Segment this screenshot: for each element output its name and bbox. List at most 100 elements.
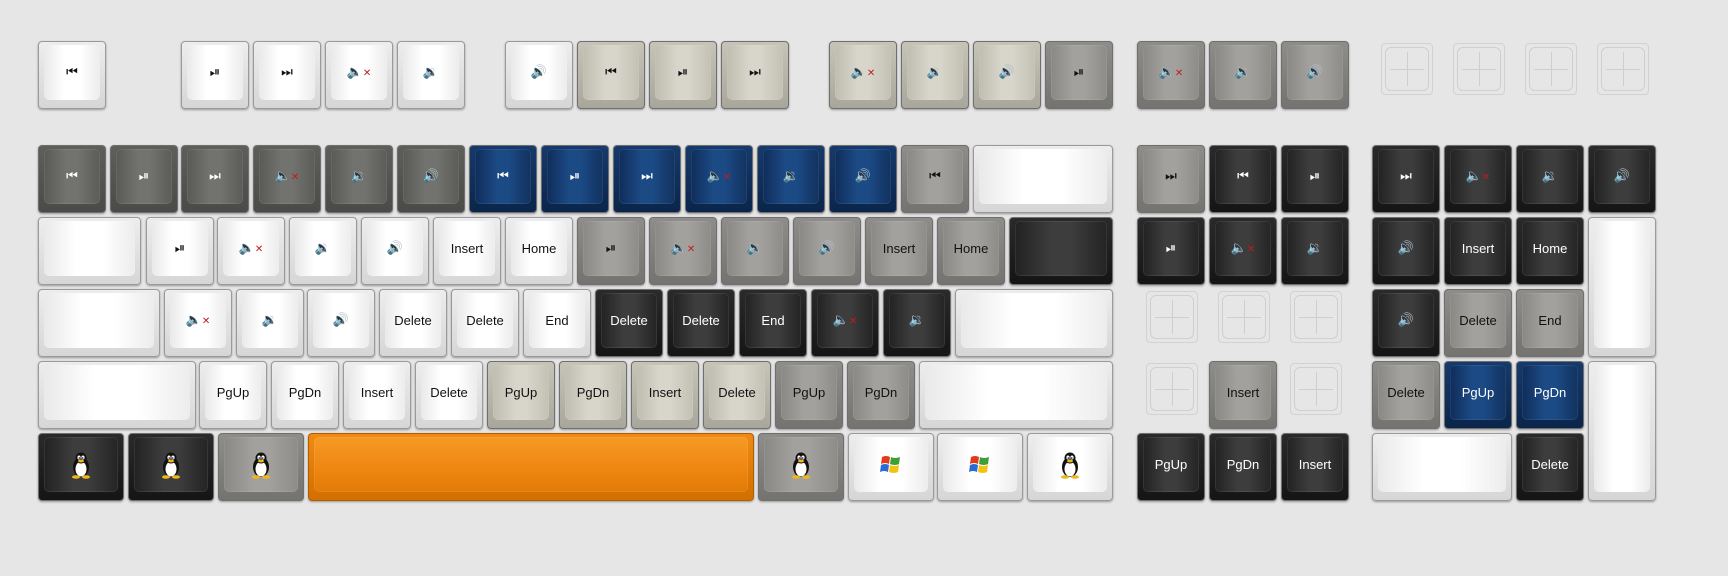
key-volume-up[interactable]: 🔊 (1372, 289, 1440, 357)
key-delete[interactable]: Delete (451, 289, 519, 357)
key-volume-down[interactable]: 🔉 (325, 145, 393, 213)
key-mute[interactable]: 🔈✕ (217, 217, 285, 285)
key-delete[interactable]: Delete (415, 361, 483, 429)
key-pgup[interactable]: PgUp (487, 361, 555, 429)
key-volume-up[interactable]: 🔊 (505, 41, 573, 109)
key-tux[interactable] (218, 433, 304, 501)
key-delete[interactable]: Delete (703, 361, 771, 429)
key-volume-up[interactable]: 🔊 (973, 41, 1041, 109)
blank-key[interactable] (1009, 217, 1113, 285)
blank-key[interactable] (1588, 361, 1656, 501)
key-volume-down[interactable]: 🔉 (236, 289, 304, 357)
key-play-pause[interactable]: ⏯ (181, 41, 249, 109)
key-next[interactable]: ⏭ (1137, 145, 1205, 213)
key-mute[interactable]: 🔈✕ (253, 145, 321, 213)
key-pgup[interactable]: PgUp (199, 361, 267, 429)
key-prev[interactable]: ⏮ (469, 145, 537, 213)
key-volume-up[interactable]: 🔊 (1588, 145, 1656, 213)
key-home[interactable]: Home (505, 217, 573, 285)
blank-key[interactable] (919, 361, 1113, 429)
key-play-pause[interactable]: ⏯ (541, 145, 609, 213)
key-delete[interactable]: Delete (667, 289, 735, 357)
key-next[interactable]: ⏭ (181, 145, 249, 213)
key-volume-down[interactable]: 🔉 (1209, 41, 1277, 109)
key-insert[interactable]: Insert (343, 361, 411, 429)
key-next[interactable]: ⏭ (721, 41, 789, 109)
blank-key[interactable] (973, 145, 1113, 213)
key-pgdn[interactable]: PgDn (271, 361, 339, 429)
key-volume-up[interactable]: 🔊 (793, 217, 861, 285)
key-next[interactable]: ⏭ (253, 41, 321, 109)
key-pgup[interactable]: PgUp (1444, 361, 1512, 429)
key-delete[interactable]: Delete (379, 289, 447, 357)
key-mute[interactable]: 🔈✕ (164, 289, 232, 357)
key-mute[interactable]: 🔈✕ (685, 145, 753, 213)
key-delete[interactable]: Delete (595, 289, 663, 357)
key-volume-up[interactable]: 🔊 (829, 145, 897, 213)
key-pgdn[interactable]: PgDn (847, 361, 915, 429)
key-prev[interactable]: ⏮ (577, 41, 645, 109)
key-home[interactable]: Home (1516, 217, 1584, 285)
key-windows[interactable] (937, 433, 1023, 501)
blank-key[interactable] (38, 217, 141, 285)
key-volume-down[interactable]: 🔉 (883, 289, 951, 357)
key-pgup[interactable]: PgUp (775, 361, 843, 429)
key-pgup[interactable]: PgUp (1137, 433, 1205, 501)
key-volume-down[interactable]: 🔉 (397, 41, 465, 109)
blank-key[interactable] (955, 289, 1113, 357)
key-play-pause[interactable]: ⏯ (577, 217, 645, 285)
key-pgdn[interactable]: PgDn (559, 361, 627, 429)
key-play-pause[interactable]: ⏯ (110, 145, 178, 213)
spacebar-key[interactable] (308, 433, 754, 501)
key-insert[interactable]: Insert (433, 217, 501, 285)
key-play-pause[interactable]: ⏯ (1137, 217, 1205, 285)
key-volume-down[interactable]: 🔉 (901, 41, 969, 109)
key-insert[interactable]: Insert (1281, 433, 1349, 501)
key-mute[interactable]: 🔈✕ (811, 289, 879, 357)
key-volume-up[interactable]: 🔊 (397, 145, 465, 213)
key-volume-up[interactable]: 🔊 (1281, 41, 1349, 109)
key-mute[interactable]: 🔈✕ (829, 41, 897, 109)
key-tux[interactable] (38, 433, 124, 501)
blank-key[interactable] (38, 361, 196, 429)
key-prev[interactable]: ⏮ (1209, 145, 1277, 213)
key-volume-down[interactable]: 🔉 (289, 217, 357, 285)
key-volume-down[interactable]: 🔉 (1281, 217, 1349, 285)
key-home[interactable]: Home (937, 217, 1005, 285)
key-delete[interactable]: Delete (1372, 361, 1440, 429)
key-insert[interactable]: Insert (865, 217, 933, 285)
key-next[interactable]: ⏭ (1372, 145, 1440, 213)
key-mute[interactable]: 🔈✕ (1444, 145, 1512, 213)
key-prev[interactable]: ⏮ (901, 145, 969, 213)
key-volume-down[interactable]: 🔉 (721, 217, 789, 285)
key-mute[interactable]: 🔈✕ (1137, 41, 1205, 109)
key-end[interactable]: End (523, 289, 591, 357)
key-pgdn[interactable]: PgDn (1516, 361, 1584, 429)
key-insert[interactable]: Insert (1209, 361, 1277, 429)
key-volume-down[interactable]: 🔉 (1516, 145, 1584, 213)
key-play-pause[interactable]: ⏯ (1045, 41, 1113, 109)
key-windows[interactable] (848, 433, 934, 501)
key-tux[interactable] (128, 433, 214, 501)
blank-key[interactable] (1372, 433, 1512, 501)
key-play-pause[interactable]: ⏯ (1281, 145, 1349, 213)
key-prev[interactable]: ⏮ (38, 145, 106, 213)
key-tux[interactable] (758, 433, 844, 501)
key-insert[interactable]: Insert (631, 361, 699, 429)
key-pgdn[interactable]: PgDn (1209, 433, 1277, 501)
key-end[interactable]: End (1516, 289, 1584, 357)
key-prev[interactable]: ⏮ (38, 41, 106, 109)
blank-key[interactable] (38, 289, 160, 357)
key-volume-up[interactable]: 🔊 (361, 217, 429, 285)
key-end[interactable]: End (739, 289, 807, 357)
key-insert[interactable]: Insert (1444, 217, 1512, 285)
key-delete[interactable]: Delete (1516, 433, 1584, 501)
key-volume-up[interactable]: 🔊 (1372, 217, 1440, 285)
key-volume-up[interactable]: 🔊 (307, 289, 375, 357)
key-mute[interactable]: 🔈✕ (649, 217, 717, 285)
key-volume-down[interactable]: 🔉 (757, 145, 825, 213)
key-mute[interactable]: 🔈✕ (1209, 217, 1277, 285)
key-next[interactable]: ⏭ (613, 145, 681, 213)
key-mute[interactable]: 🔈✕ (325, 41, 393, 109)
key-play-pause[interactable]: ⏯ (649, 41, 717, 109)
